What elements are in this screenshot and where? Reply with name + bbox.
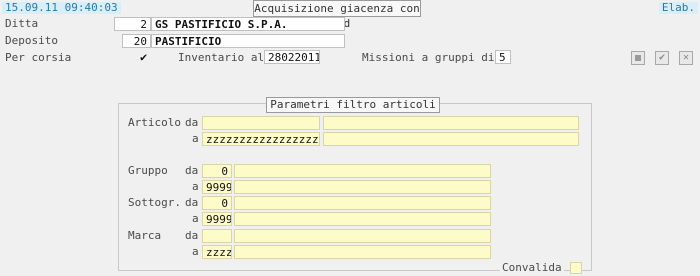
sottogr-da-field[interactable]: 0 (202, 196, 232, 210)
cancel-button[interactable]: ✕ (679, 51, 693, 65)
deposito-name-field[interactable]: PASTIFICIO (151, 34, 345, 48)
ditta-code-field[interactable]: 2 (114, 17, 151, 31)
articolo-label: Articolo (128, 116, 181, 129)
marca-a-label: a (192, 245, 199, 258)
gruppo-da-desc-field[interactable] (234, 164, 491, 178)
filter-panel-title: Parametri filtro articoli (266, 97, 440, 113)
articolo-a-field[interactable]: zzzzzzzzzzzzzzzzzz (202, 132, 320, 146)
gruppo-label: Gruppo (128, 164, 168, 177)
marca-a-desc-field[interactable] (234, 245, 491, 259)
status-badge: Elab. (658, 2, 698, 14)
convalida-label: Convalida (500, 261, 564, 275)
deposito-code-field[interactable]: 20 (122, 34, 151, 48)
confirm-icon: ✔ (658, 52, 666, 63)
sottogr-da-label: da (185, 196, 199, 209)
confirm-button[interactable]: ✔ (655, 51, 669, 65)
articolo-da-field[interactable] (202, 116, 320, 130)
inventario-date-field[interactable]: 28022011 (264, 50, 320, 64)
missioni-label: Missioni a gruppi di (362, 51, 495, 64)
articolo-da-label: da (185, 116, 199, 129)
marca-da-label: da (185, 229, 199, 242)
gruppo-da-field[interactable]: 0 (202, 164, 232, 178)
deposito-label: Deposito (5, 34, 58, 47)
gruppo-a-field[interactable]: 9999 (202, 180, 232, 194)
sottogr-a-label: a (192, 212, 199, 225)
inventario-label: Inventario al (178, 51, 265, 64)
per-corsia-label: Per corsia (5, 51, 72, 64)
ditta-name-field[interactable]: GS PASTIFICIO S.P.A. (151, 17, 345, 31)
marca-label: Marca (128, 229, 162, 242)
marca-da-field[interactable] (202, 229, 232, 243)
marca-a-field[interactable]: zzzz (202, 245, 232, 259)
articolo-a-desc-field[interactable] (323, 132, 579, 146)
save-button[interactable] (631, 51, 645, 65)
window-title: Acquisizione giacenza con RMHd (253, 0, 421, 30)
sottogr-a-field[interactable]: 9999 (202, 212, 232, 226)
gruppo-a-label: a (192, 180, 199, 193)
sottogr-a-desc-field[interactable] (234, 212, 491, 226)
sottogr-label: Sottogr. (128, 196, 181, 209)
gruppo-da-label: da (185, 164, 199, 177)
marca-da-desc-field[interactable] (234, 229, 491, 243)
articolo-a-label: a (192, 132, 199, 145)
sottogr-da-desc-field[interactable] (234, 196, 491, 210)
cancel-icon: ✕ (682, 52, 690, 63)
gruppo-a-desc-field[interactable] (234, 180, 491, 194)
missioni-field[interactable]: 5 (495, 50, 511, 64)
per-corsia-checkbox[interactable]: ✔ (140, 50, 147, 64)
ditta-label: Ditta (5, 17, 39, 30)
convalida-field[interactable] (570, 262, 582, 274)
articolo-da-desc-field[interactable] (323, 116, 579, 130)
datetime-display: 15.09.11 09:40:03 (2, 2, 121, 14)
